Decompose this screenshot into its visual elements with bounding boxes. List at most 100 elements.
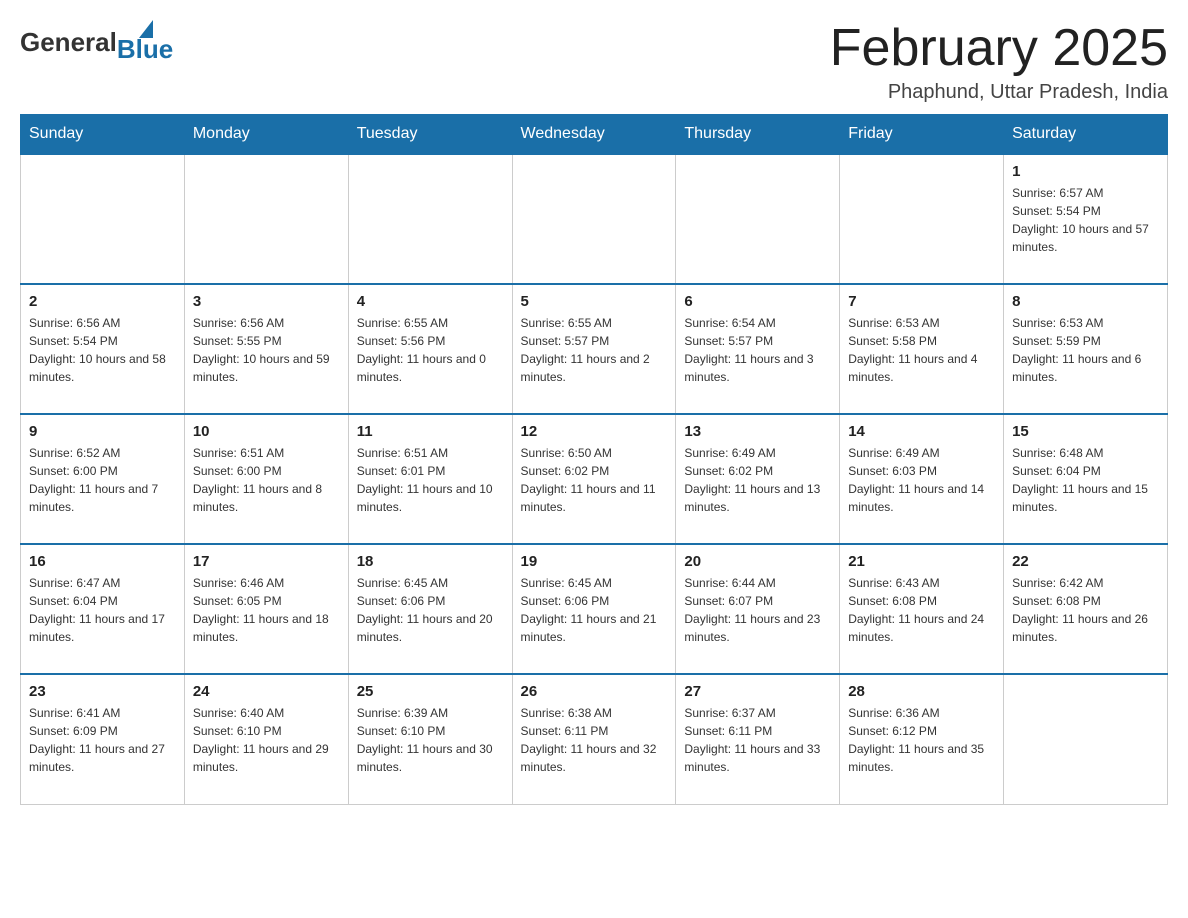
day-info: Sunrise: 6:51 AMSunset: 6:00 PMDaylight:… (193, 444, 340, 516)
day-number: 2 (29, 293, 176, 310)
week-row-2: 2 Sunrise: 6:56 AMSunset: 5:54 PMDaylight… (21, 284, 1168, 414)
calendar-cell: 5 Sunrise: 6:55 AMSunset: 5:57 PMDaylight… (512, 284, 676, 414)
day-number: 11 (357, 423, 504, 440)
calendar-cell: 26 Sunrise: 6:38 AMSunset: 6:11 PMDayligh… (512, 674, 676, 804)
day-number: 14 (848, 423, 995, 440)
calendar-cell: 16 Sunrise: 6:47 AMSunset: 6:04 PMDayligh… (21, 544, 185, 674)
day-info: Sunrise: 6:56 AMSunset: 5:54 PMDaylight:… (29, 314, 176, 386)
day-number: 15 (1012, 423, 1159, 440)
week-row-4: 16 Sunrise: 6:47 AMSunset: 6:04 PMDayligh… (21, 544, 1168, 674)
calendar-cell: 18 Sunrise: 6:45 AMSunset: 6:06 PMDayligh… (348, 544, 512, 674)
calendar-cell: 21 Sunrise: 6:43 AMSunset: 6:08 PMDayligh… (840, 544, 1004, 674)
page-header: General Blue February 2025 Phaphund, Utt… (20, 20, 1168, 104)
day-number: 10 (193, 423, 340, 440)
day-info: Sunrise: 6:41 AMSunset: 6:09 PMDaylight:… (29, 704, 176, 776)
day-number: 16 (29, 553, 176, 570)
day-info: Sunrise: 6:56 AMSunset: 5:55 PMDaylight:… (193, 314, 340, 386)
calendar-cell: 19Sunrise: 6:45 AMSunset: 6:06 PMDayligh… (512, 544, 676, 674)
day-number: 27 (684, 683, 831, 700)
calendar-cell: 17 Sunrise: 6:46 AMSunset: 6:05 PMDayligh… (184, 544, 348, 674)
calendar-cell: 4Sunrise: 6:55 AMSunset: 5:56 PMDaylight… (348, 284, 512, 414)
day-info: Sunrise: 6:44 AMSunset: 6:07 PMDaylight:… (684, 574, 831, 646)
day-number: 13 (684, 423, 831, 440)
day-number: 21 (848, 553, 995, 570)
calendar-cell (512, 154, 676, 284)
day-info: Sunrise: 6:53 AMSunset: 5:59 PMDaylight:… (1012, 314, 1159, 386)
calendar-cell: 10 Sunrise: 6:51 AMSunset: 6:00 PMDayligh… (184, 414, 348, 544)
calendar-cell: 14 Sunrise: 6:49 AMSunset: 6:03 PMDayligh… (840, 414, 1004, 544)
logo-general-text: General (20, 27, 117, 58)
day-number: 18 (357, 553, 504, 570)
week-row-5: 23 Sunrise: 6:41 AMSunset: 6:09 PMDayligh… (21, 674, 1168, 804)
day-info: Sunrise: 6:45 AMSunset: 6:06 PMDaylight:… (357, 574, 504, 646)
calendar-cell (1004, 674, 1168, 804)
day-info: Sunrise: 6:51 AMSunset: 6:01 PMDaylight:… (357, 444, 504, 516)
day-info: Sunrise: 6:55 AMSunset: 5:56 PMDaylight:… (357, 314, 504, 386)
calendar-cell: 12 Sunrise: 6:50 AMSunset: 6:02 PMDayligh… (512, 414, 676, 544)
day-number: 23 (29, 683, 176, 700)
day-number: 22 (1012, 553, 1159, 570)
calendar-cell: 22 Sunrise: 6:42 AMSunset: 6:08 PMDayligh… (1004, 544, 1168, 674)
day-info: Sunrise: 6:49 AMSunset: 6:03 PMDaylight:… (848, 444, 995, 516)
calendar-cell: 9Sunrise: 6:52 AMSunset: 6:00 PMDaylight… (21, 414, 185, 544)
calendar-cell: 20 Sunrise: 6:44 AMSunset: 6:07 PMDayligh… (676, 544, 840, 674)
day-number: 17 (193, 553, 340, 570)
header-day-monday: Monday (184, 115, 348, 155)
header-day-tuesday: Tuesday (348, 115, 512, 155)
day-info: Sunrise: 6:55 AMSunset: 5:57 PMDaylight:… (521, 314, 668, 386)
header-day-sunday: Sunday (21, 115, 185, 155)
calendar-cell: 6Sunrise: 6:54 AMSunset: 5:57 PMDaylight… (676, 284, 840, 414)
title-section: February 2025 Phaphund, Uttar Pradesh, I… (830, 20, 1168, 104)
day-number: 3 (193, 293, 340, 310)
calendar-cell: 7 Sunrise: 6:53 AMSunset: 5:58 PMDaylight… (840, 284, 1004, 414)
day-number: 26 (521, 683, 668, 700)
day-info: Sunrise: 6:38 AMSunset: 6:11 PMDaylight:… (521, 704, 668, 776)
calendar-cell: 2 Sunrise: 6:56 AMSunset: 5:54 PMDaylight… (21, 284, 185, 414)
day-info: Sunrise: 6:45 AMSunset: 6:06 PMDaylight:… (521, 574, 668, 646)
calendar-body: 1 Sunrise: 6:57 AMSunset: 5:54 PMDaylight… (21, 154, 1168, 804)
calendar-cell: 1 Sunrise: 6:57 AMSunset: 5:54 PMDaylight… (1004, 154, 1168, 284)
header-day-thursday: Thursday (676, 115, 840, 155)
calendar-cell: 15Sunrise: 6:48 AMSunset: 6:04 PMDayligh… (1004, 414, 1168, 544)
calendar-cell (21, 154, 185, 284)
calendar-cell: 28 Sunrise: 6:36 AMSunset: 6:12 PMDayligh… (840, 674, 1004, 804)
day-number: 24 (193, 683, 340, 700)
day-info: Sunrise: 6:53 AMSunset: 5:58 PMDaylight:… (848, 314, 995, 386)
calendar-cell (840, 154, 1004, 284)
day-number: 25 (357, 683, 504, 700)
day-info: Sunrise: 6:40 AMSunset: 6:10 PMDaylight:… (193, 704, 340, 776)
logo-blue-part: Blue (117, 20, 173, 65)
calendar-header: SundayMondayTuesdayWednesdayThursdayFrid… (21, 115, 1168, 155)
day-info: Sunrise: 6:39 AMSunset: 6:10 PMDaylight:… (357, 704, 504, 776)
day-number: 28 (848, 683, 995, 700)
calendar-cell: 27Sunrise: 6:37 AMSunset: 6:11 PMDayligh… (676, 674, 840, 804)
calendar-cell: 13Sunrise: 6:49 AMSunset: 6:02 PMDayligh… (676, 414, 840, 544)
calendar-cell (184, 154, 348, 284)
calendar-table: SundayMondayTuesdayWednesdayThursdayFrid… (20, 114, 1168, 805)
day-info: Sunrise: 6:57 AMSunset: 5:54 PMDaylight:… (1012, 184, 1159, 256)
day-number: 1 (1012, 163, 1159, 180)
day-number: 20 (684, 553, 831, 570)
header-day-saturday: Saturday (1004, 115, 1168, 155)
calendar-cell: 25 Sunrise: 6:39 AMSunset: 6:10 PMDayligh… (348, 674, 512, 804)
logo: General Blue (20, 20, 173, 65)
header-day-wednesday: Wednesday (512, 115, 676, 155)
day-info: Sunrise: 6:42 AMSunset: 6:08 PMDaylight:… (1012, 574, 1159, 646)
day-info: Sunrise: 6:43 AMSunset: 6:08 PMDaylight:… (848, 574, 995, 646)
day-info: Sunrise: 6:47 AMSunset: 6:04 PMDaylight:… (29, 574, 176, 646)
day-number: 7 (848, 293, 995, 310)
header-row: SundayMondayTuesdayWednesdayThursdayFrid… (21, 115, 1168, 155)
day-info: Sunrise: 6:36 AMSunset: 6:12 PMDaylight:… (848, 704, 995, 776)
day-info: Sunrise: 6:46 AMSunset: 6:05 PMDaylight:… (193, 574, 340, 646)
calendar-cell (676, 154, 840, 284)
day-info: Sunrise: 6:54 AMSunset: 5:57 PMDaylight:… (684, 314, 831, 386)
calendar-cell: 23 Sunrise: 6:41 AMSunset: 6:09 PMDayligh… (21, 674, 185, 804)
header-day-friday: Friday (840, 115, 1004, 155)
day-number: 12 (521, 423, 668, 440)
calendar-cell: 11 Sunrise: 6:51 AMSunset: 6:01 PMDayligh… (348, 414, 512, 544)
calendar-cell (348, 154, 512, 284)
logo-blue-text: Blue (117, 34, 173, 65)
calendar-cell: 3 Sunrise: 6:56 AMSunset: 5:55 PMDaylight… (184, 284, 348, 414)
day-number: 5 (521, 293, 668, 310)
day-info: Sunrise: 6:50 AMSunset: 6:02 PMDaylight:… (521, 444, 668, 516)
